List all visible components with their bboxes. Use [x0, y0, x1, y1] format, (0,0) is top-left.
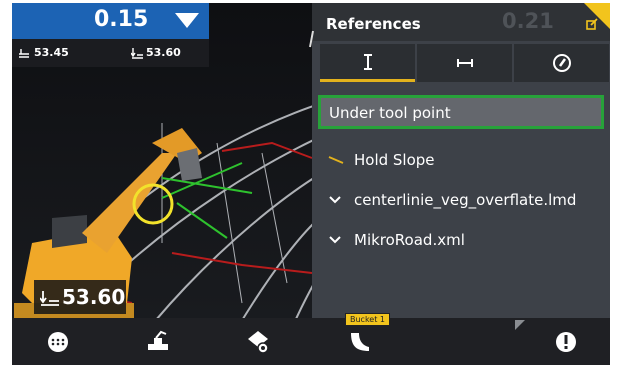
reference-tabs: [320, 44, 609, 84]
reference-item-label: Hold Slope: [354, 151, 435, 169]
elevation-subbar: 53.45 53.60: [12, 39, 209, 67]
bottom-toolbar: [12, 318, 610, 365]
corner-marker-icon: [515, 320, 525, 330]
tab-vertical[interactable]: [320, 44, 415, 82]
tab-horizontal[interactable]: [417, 44, 512, 82]
reference-item-label: centerlinie_veg_overflate.lmd: [354, 191, 577, 209]
bucket-tag: Bucket 1: [345, 313, 390, 326]
cut-fill-value: 0.15: [94, 7, 149, 32]
satellite-button[interactable]: [228, 318, 288, 365]
horizontal-measure-icon: [456, 59, 473, 67]
bucket-elevation-icon: [40, 291, 59, 306]
machine-view-button[interactable]: [128, 318, 188, 365]
reference-item-selected[interactable]: Under tool point: [318, 95, 604, 129]
panel-drag-handle[interactable]: [309, 29, 314, 49]
edit-icon[interactable]: [586, 18, 598, 30]
bucket-icon: [351, 332, 369, 351]
panel-header: 0.21 References: [312, 3, 610, 41]
elevation-left-value: 53.45: [34, 46, 69, 59]
vertical-measure-icon: [363, 53, 372, 70]
slope-line-icon: [328, 156, 344, 164]
keypad-icon: [48, 331, 68, 352]
references-panel: 0.21 References Under tool point Hold Sl…: [312, 3, 610, 318]
reference-item-label: Under tool point: [329, 104, 451, 122]
tab-compass[interactable]: [514, 44, 609, 82]
bucket-elevation-readout: 53.60: [34, 280, 126, 314]
cut-fill-bar[interactable]: 0.15: [12, 3, 209, 39]
chevron-down-icon: [329, 236, 341, 244]
alert-button[interactable]: [536, 318, 596, 365]
panel-title: References: [326, 15, 421, 33]
machine-view-frame: 0.15 53.45 53.60 53.60 0.21 References U…: [12, 3, 610, 365]
keypad-button[interactable]: [28, 318, 88, 365]
down-triangle-icon: [175, 13, 199, 28]
exclamation-icon: [556, 331, 576, 352]
excavator-icon: [148, 330, 168, 350]
chevron-down-icon: [329, 196, 341, 204]
elevation-right-value: 53.60: [146, 46, 181, 59]
compass-icon: [552, 54, 571, 72]
satellite-icon: [248, 330, 269, 354]
ghost-value: 0.21: [502, 9, 554, 33]
bucket-elevation-icon: [131, 48, 143, 59]
reference-item-label: MikroRoad.xml: [354, 231, 465, 249]
surface-icon: [19, 49, 29, 58]
